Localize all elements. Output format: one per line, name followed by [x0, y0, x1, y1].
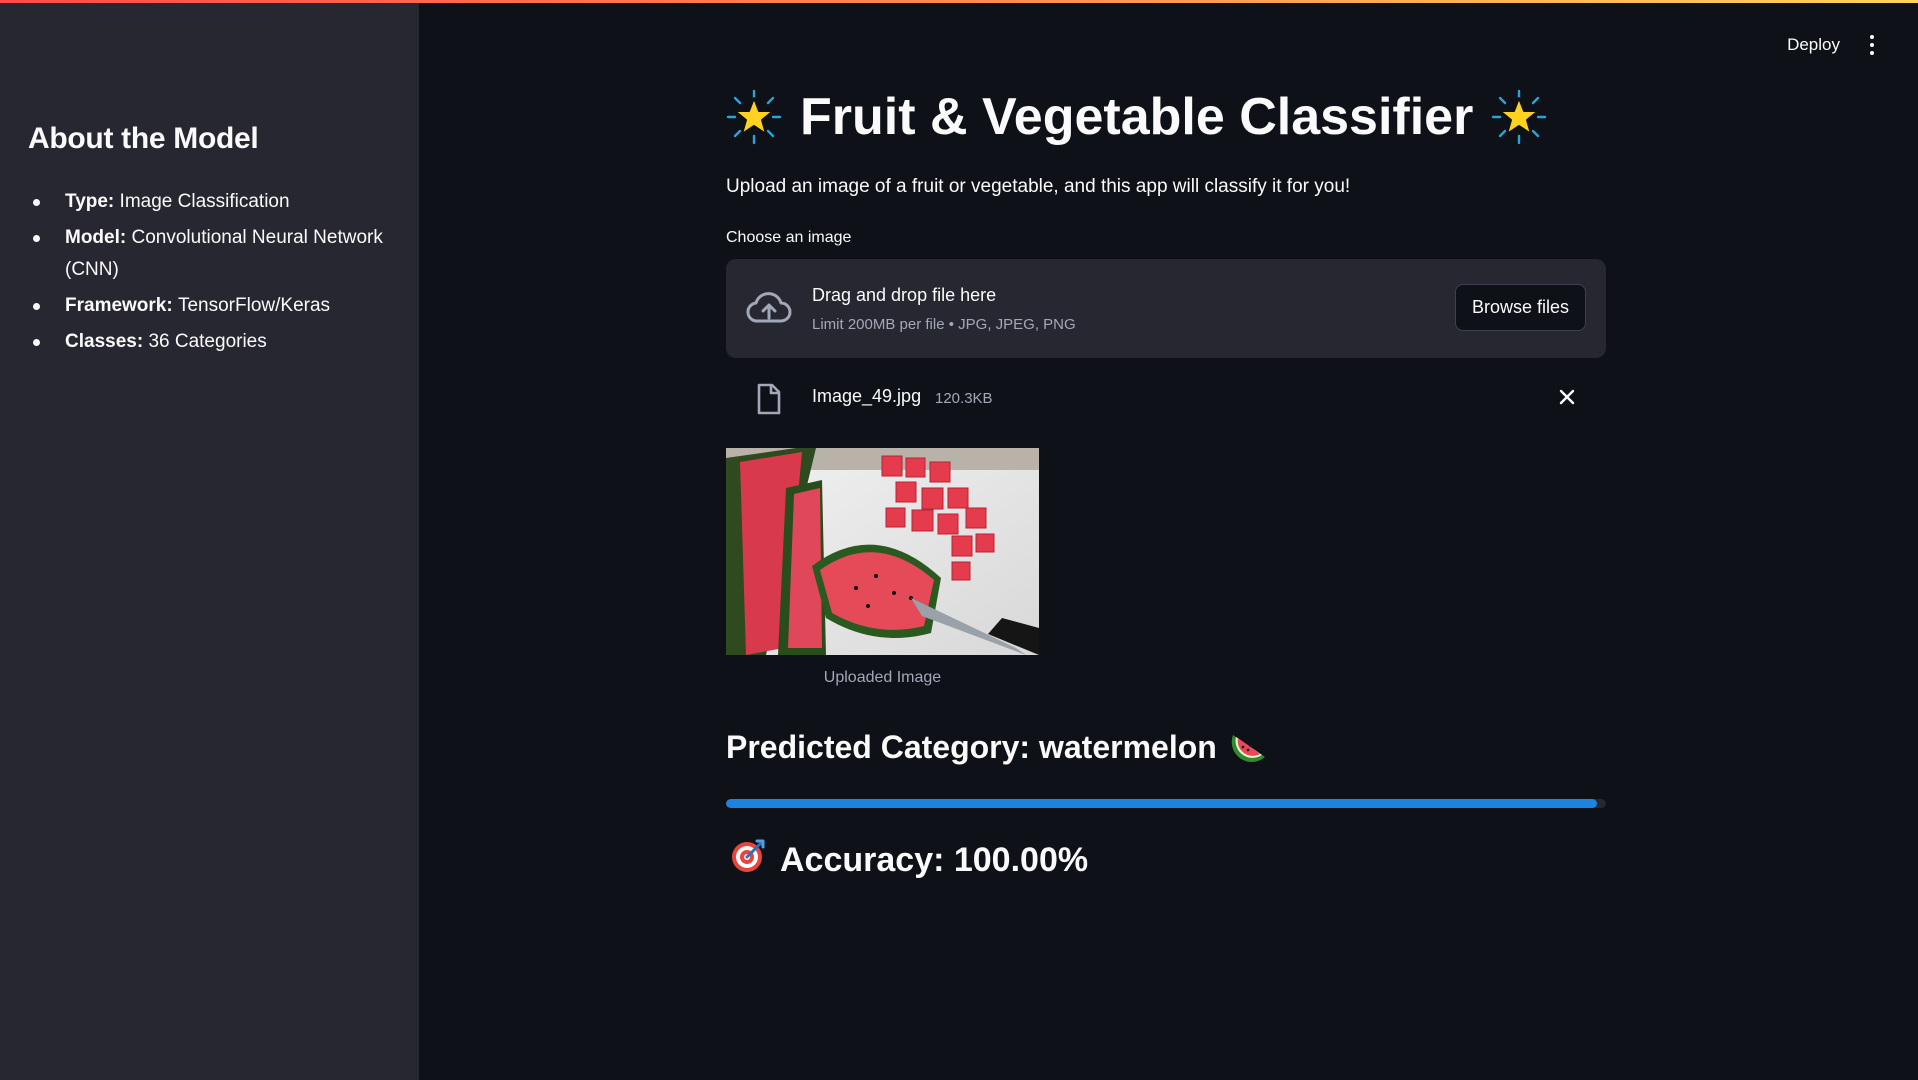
glowing-star-icon [726, 89, 782, 145]
sidebar-heading: About the Model [28, 122, 259, 155]
close-icon[interactable] [1558, 388, 1576, 411]
title-text: Fruit & Vegetable Classifier [800, 88, 1474, 146]
page-title: Fruit & Vegetable Classifier [726, 82, 1547, 152]
file-icon [756, 383, 782, 420]
item-label: Type: [65, 191, 120, 212]
deploy-button[interactable]: Deploy [1787, 35, 1840, 55]
watermelon-icon [1229, 723, 1269, 771]
predicted-category: Predicted Category: watermelon [726, 722, 1269, 772]
bullet-icon [33, 235, 40, 242]
cloud-upload-icon [746, 291, 792, 330]
file-dropzone[interactable]: Drag and drop file here Limit 200MB per … [726, 259, 1606, 358]
file-name: Image_49.jpg [812, 386, 922, 406]
browse-files-button[interactable]: Browse files [1455, 284, 1586, 331]
list-item-framework: Framework: TensorFlow/Keras [28, 290, 388, 322]
top-accent-bar [0, 0, 1918, 3]
list-item-classes: Classes: 36 Categories [28, 326, 388, 358]
list-item-model: Model: Convolutional Neural Network (CNN… [28, 222, 388, 286]
item-label: Framework: [65, 295, 178, 316]
item-value: 36 Categories [148, 331, 267, 352]
bullet-icon [33, 303, 40, 310]
progress-fill [726, 799, 1598, 808]
drop-limits: Limit 200MB per file • JPG, JPEG, PNG [812, 316, 1076, 333]
item-label: Model: [65, 227, 132, 248]
accuracy-readout: Accuracy: 100.00% [730, 835, 1088, 885]
item-value: TensorFlow/Keras [177, 295, 331, 316]
drop-title: Drag and drop file here [812, 285, 997, 305]
prediction-progress-bar [726, 799, 1606, 808]
image-caption: Uploaded Image [823, 669, 942, 686]
kebab-menu-icon[interactable] [1866, 31, 1878, 59]
accuracy-text: Accuracy: 100.00% [780, 840, 1089, 879]
bullet-icon [33, 339, 40, 346]
page-subtitle: Upload an image of a fruit or vegetable,… [726, 176, 1351, 197]
uploaded-image [726, 448, 1039, 655]
sidebar: About the Model Type: Image Classificati… [0, 0, 419, 1080]
uploaded-file-row: Image_49.jpg 120.3KB [726, 378, 1606, 418]
item-label: Classes: [65, 331, 149, 352]
model-info-list: Type: Image Classification Model: Convol… [28, 186, 388, 362]
header-actions: Deploy [1787, 30, 1878, 60]
item-value: Image Classification [119, 191, 290, 212]
bullet-icon [33, 199, 40, 206]
target-icon [730, 838, 766, 883]
glowing-star-icon [1491, 89, 1547, 145]
list-item-type: Type: Image Classification [28, 186, 388, 218]
predicted-text: Predicted Category: watermelon [726, 728, 1217, 765]
uploader-label: Choose an image [726, 229, 852, 246]
file-size: 120.3KB [935, 390, 993, 407]
